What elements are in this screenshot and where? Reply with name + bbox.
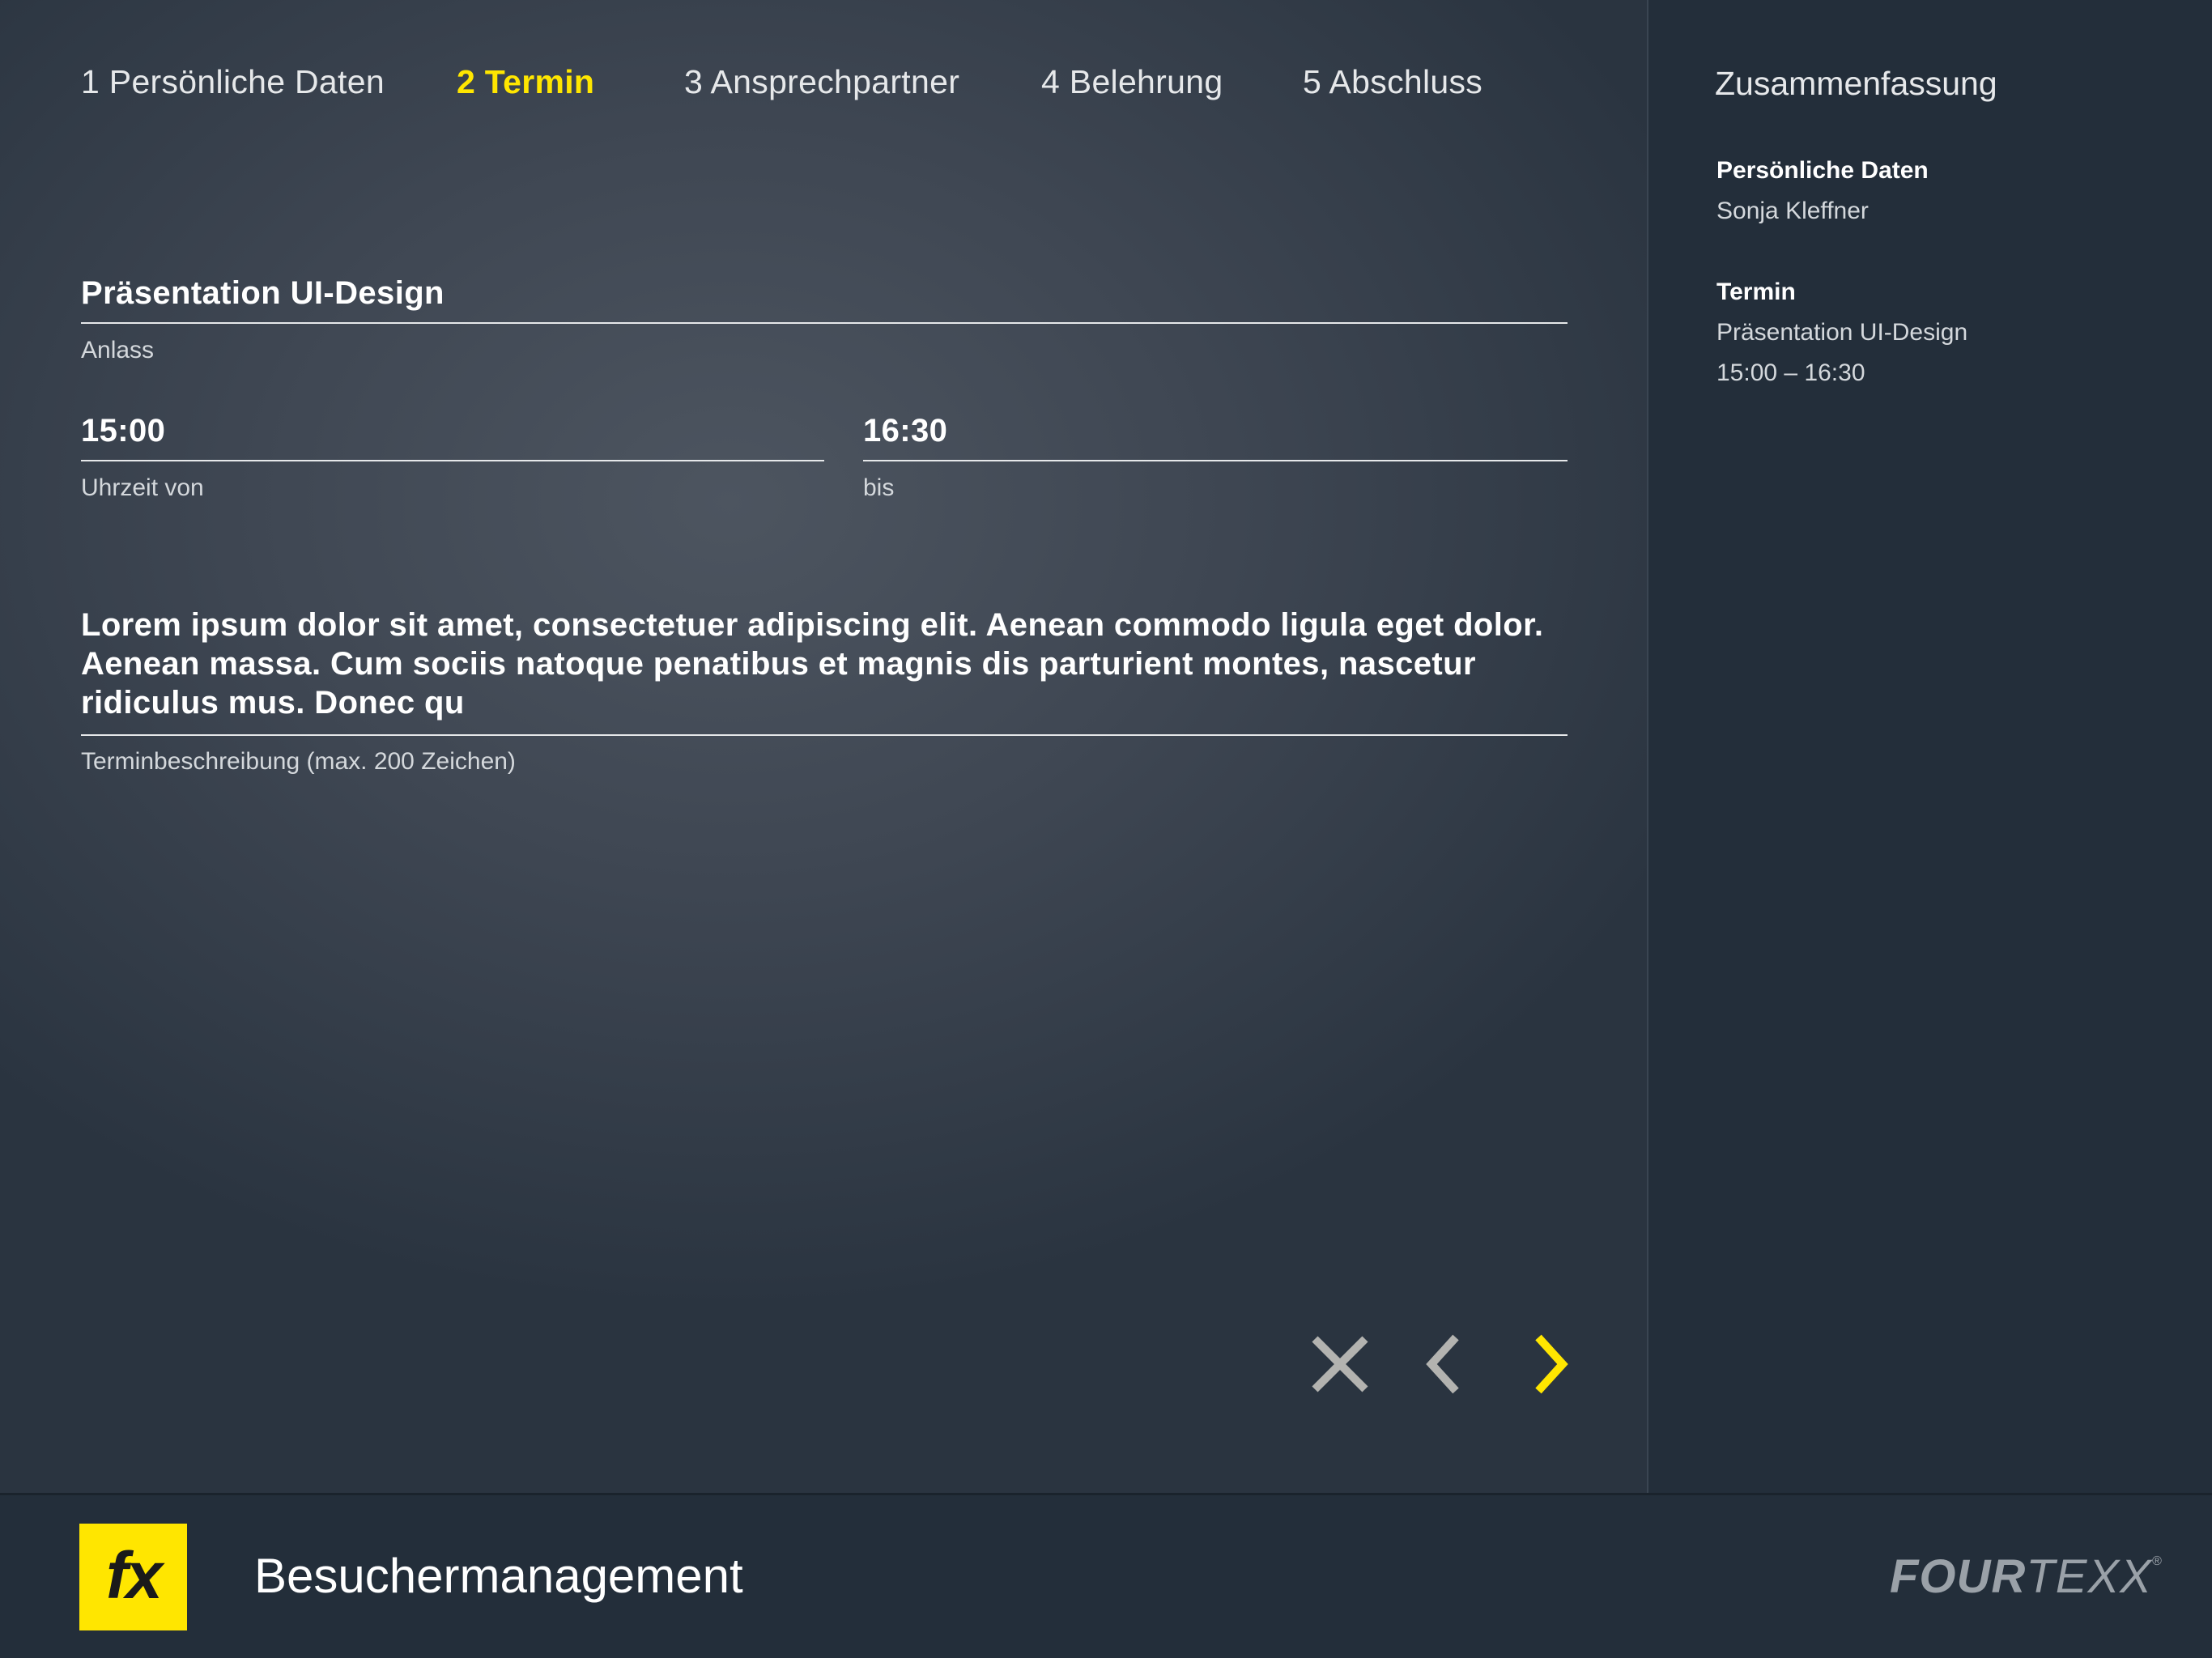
cancel-button[interactable] [1304,1328,1376,1401]
anlass-input[interactable]: Präsentation UI-Design [81,275,445,312]
step-abschluss[interactable]: 5 Abschluss [1303,63,1482,101]
close-icon [1312,1336,1368,1392]
brand-logo-part1: FOUR [1890,1550,2027,1603]
app-logo: fx [79,1524,187,1630]
time-from-label: Uhrzeit von [81,474,204,501]
app-logo-text: fx [106,1539,163,1613]
summary-title: Zusammenfassung [1715,65,1997,102]
summary-personal-name: Sonja Kleffner [1716,198,1869,224]
summary-personal-heading: Persönliche Daten [1716,157,1929,184]
summary-termin-anlass: Präsentation UI-Design [1716,319,1968,346]
back-button[interactable] [1409,1328,1482,1401]
step-ansprechpartner[interactable]: 3 Ansprechpartner [684,63,959,101]
chevron-left-icon [1426,1334,1459,1394]
time-from-input[interactable]: 15:00 [81,413,165,449]
description-textarea[interactable]: Lorem ipsum dolor sit amet, consectetuer… [81,606,1571,722]
step-persoenliche-daten[interactable]: 1 Persönliche Daten [81,63,385,101]
summary-termin-heading: Termin [1716,278,1796,305]
description-underline [81,734,1568,736]
description-label: Terminbeschreibung (max. 200 Zeichen) [81,748,516,775]
anlass-label: Anlass [81,337,155,363]
brand-logo: FOURTEXX® [1890,1550,2163,1604]
brand-logo-part2: TEXX [2026,1550,2152,1603]
time-to-underline [863,460,1568,461]
app-title: Besuchermanagement [254,1549,743,1603]
next-button[interactable] [1516,1328,1589,1401]
time-to-label: bis [863,474,895,501]
chevron-right-icon [1535,1334,1568,1394]
main-panel [0,0,1647,1493]
time-from-underline [81,460,824,461]
time-to-input[interactable]: 16:30 [863,413,947,449]
step-termin[interactable]: 2 Termin [457,63,594,101]
anlass-underline [81,322,1568,324]
summary-termin-time: 15:00 – 16:30 [1716,359,1865,386]
brand-registered-mark: ® [2151,1554,2163,1568]
step-belehrung[interactable]: 4 Belehrung [1041,63,1223,101]
